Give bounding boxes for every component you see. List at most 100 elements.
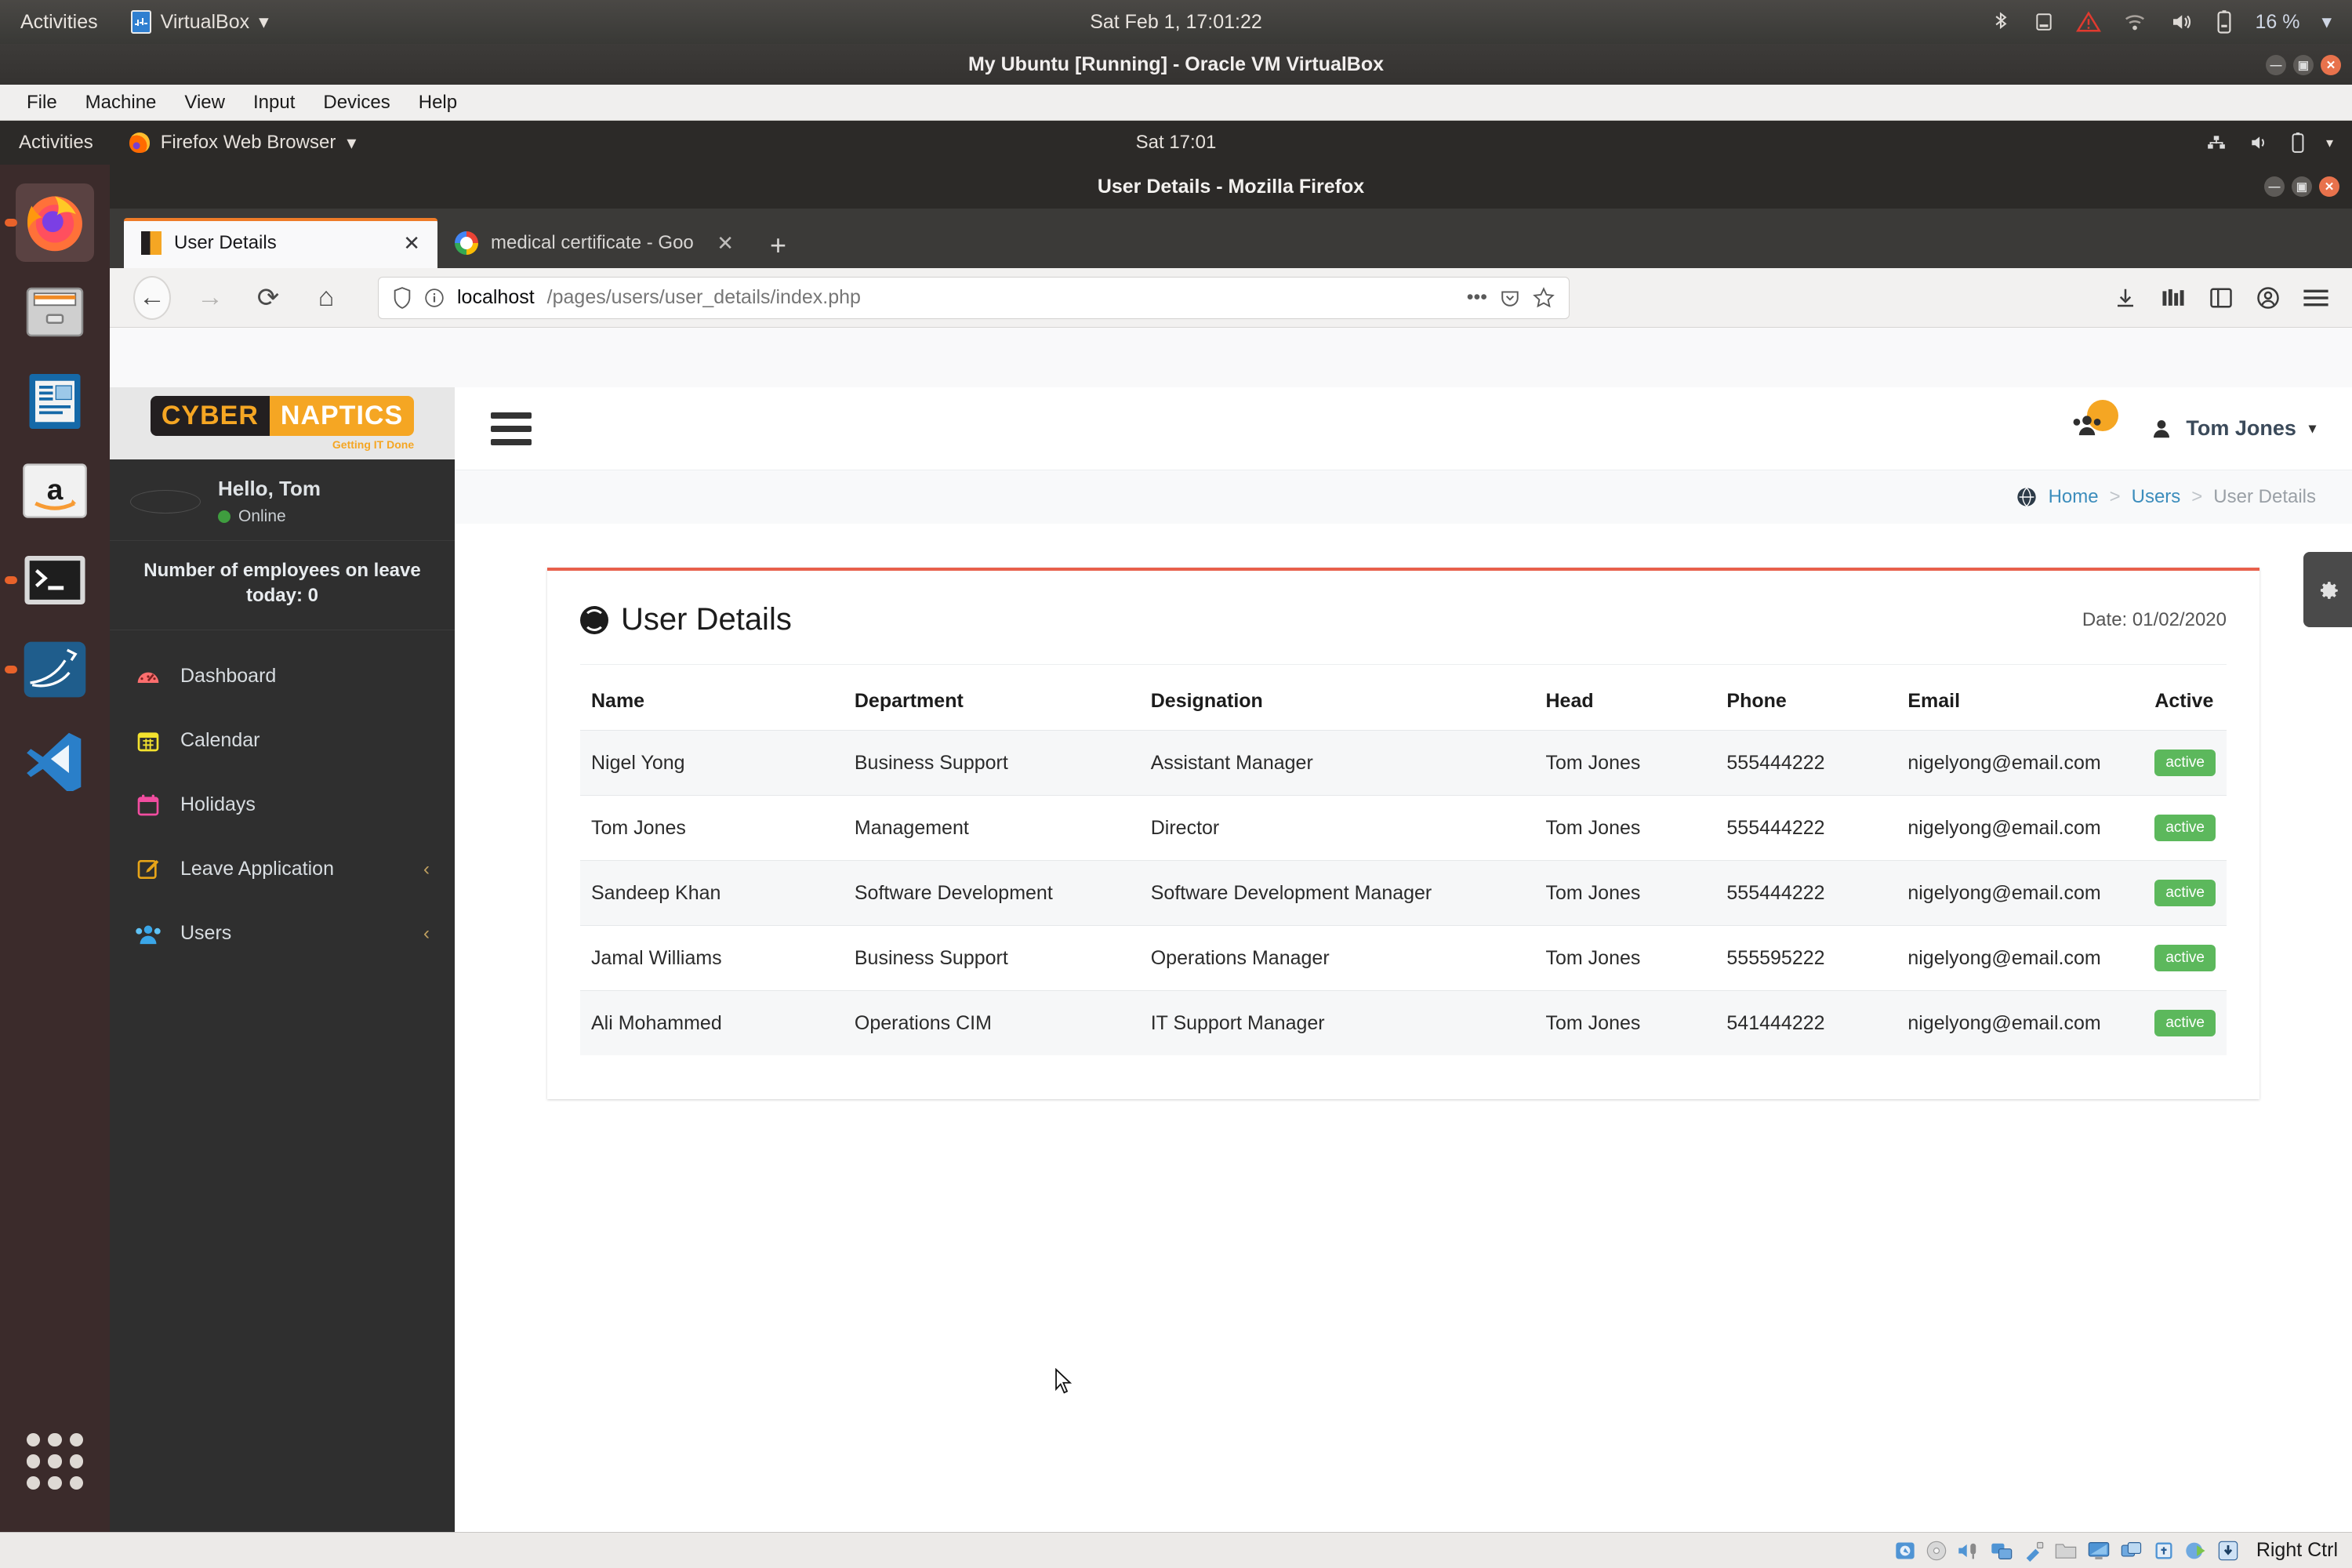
info-icon[interactable]: [424, 288, 445, 308]
host-activities-button[interactable]: Activities: [20, 11, 98, 34]
group-users-icon[interactable]: [2071, 400, 2119, 445]
library-icon[interactable]: [2161, 286, 2186, 310]
shield-icon[interactable]: [393, 286, 412, 309]
table-row[interactable]: Tom Jones Management Director Tom Jones …: [580, 795, 2227, 861]
sidebar-item-dashboard[interactable]: Dashboard: [110, 644, 455, 709]
breadcrumb-users[interactable]: Users: [2132, 486, 2181, 508]
column-header-active: Active: [2154, 690, 2214, 712]
table-row[interactable]: Nigel Yong Business Support Assistant Ma…: [580, 730, 2227, 796]
firefox-tab-strip: User Details ✕ medical certificate - Goo…: [110, 209, 2352, 268]
shared-folders-icon[interactable]: [2054, 1541, 2078, 1561]
sidebar-item-leave-application[interactable]: Leave Application ‹: [110, 837, 455, 902]
tray-chevron-down-icon[interactable]: ▾: [2321, 10, 2332, 34]
usb-icon[interactable]: [2023, 1540, 2045, 1562]
guest-app-menu-firefox[interactable]: Firefox Web Browser ▾: [129, 132, 356, 154]
table-row[interactable]: Sandeep Khan Software Development Softwa…: [580, 860, 2227, 926]
host-system-tray[interactable]: 16 % ▾: [1990, 9, 2332, 34]
menu-input[interactable]: Input: [239, 92, 309, 114]
cell-phone: 555444222: [1715, 795, 1897, 861]
pocket-icon[interactable]: [1500, 288, 1520, 308]
reload-button[interactable]: ⟳: [249, 282, 287, 314]
new-tab-button[interactable]: +: [751, 229, 805, 268]
column-header-email: Email: [1907, 690, 1961, 712]
wifi-icon: [2125, 15, 2145, 31]
host-app-menu-virtualbox[interactable]: VirtualBox ▾: [130, 10, 269, 34]
network-icon: [2208, 136, 2225, 149]
menu-file[interactable]: File: [13, 92, 71, 114]
optical-disk-icon[interactable]: [1926, 1540, 1947, 1562]
show-applications-button[interactable]: [16, 1422, 94, 1501]
app-logo[interactable]: CYBER NAPTICS Getting IT Done: [110, 387, 455, 459]
hard-disk-icon[interactable]: [1894, 1540, 1916, 1562]
cell-email: nigelyong@email.com: [1896, 730, 2144, 796]
dock-item-amazon[interactable]: a: [16, 452, 94, 530]
forward-button[interactable]: →: [191, 282, 229, 313]
account-icon[interactable]: [2256, 286, 2280, 310]
page-actions-button[interactable]: •••: [1467, 286, 1487, 309]
download-icon[interactable]: [2114, 286, 2137, 310]
menu-devices[interactable]: Devices: [309, 92, 404, 114]
dock-item-libreoffice-writer[interactable]: [16, 362, 94, 441]
bluetooth-icon: [1995, 12, 2007, 30]
back-button[interactable]: ←: [133, 275, 171, 320]
maximize-button[interactable]: ▣: [2293, 55, 2314, 75]
guest-system-tray[interactable]: ▾: [2205, 132, 2333, 154]
svg-text:a: a: [47, 473, 64, 506]
maximize-button[interactable]: ▣: [2292, 176, 2312, 197]
table-row[interactable]: Ali Mohammed Operations CIM IT Support M…: [580, 990, 2227, 1055]
minimize-button[interactable]: —: [2264, 176, 2285, 197]
network-icon[interactable]: [1990, 1540, 2013, 1562]
recording-icon[interactable]: [2120, 1540, 2143, 1562]
menu-help[interactable]: Help: [405, 92, 471, 114]
chevron-down-icon[interactable]: ▾: [2326, 135, 2333, 151]
user-details-table: Name Department Designation Head Phone E…: [580, 673, 2227, 1055]
dock-item-files[interactable]: [16, 273, 94, 351]
guest-activities-button[interactable]: Activities: [19, 132, 93, 154]
column-header-phone: Phone: [1726, 690, 1787, 712]
menu-machine[interactable]: Machine: [71, 92, 171, 114]
close-icon[interactable]: ✕: [403, 231, 420, 256]
sidebar-item-holidays[interactable]: Holidays: [110, 773, 455, 837]
virtualbox-window-controls[interactable]: — ▣ ✕: [2266, 55, 2341, 75]
user-menu-button[interactable]: Tom Jones ▾: [2150, 416, 2316, 441]
table-row[interactable]: Jamal Williams Business Support Operatio…: [580, 925, 2227, 991]
tab-medical-certificate[interactable]: medical certificate - Goo ✕: [437, 218, 751, 268]
dock-item-mysql-workbench[interactable]: [16, 630, 94, 709]
dock-item-firefox[interactable]: [16, 183, 94, 262]
close-button[interactable]: ✕: [2319, 176, 2339, 197]
avatar: [130, 489, 201, 514]
close-icon[interactable]: ✕: [717, 231, 734, 256]
url-bar[interactable]: localhost/pages/users/user_details/index…: [378, 276, 1570, 319]
sidebar-item-calendar[interactable]: Calendar: [110, 709, 455, 773]
user-status: Online: [218, 507, 321, 526]
tab-user-details[interactable]: User Details ✕: [124, 218, 437, 268]
display-icon[interactable]: [2087, 1540, 2111, 1562]
settings-panel-toggle[interactable]: [2303, 552, 2352, 627]
virtualbox-menu-bar[interactable]: File Machine View Input Devices Help: [0, 85, 2352, 121]
terminal-icon: [24, 555, 85, 605]
cell-department: Business Support: [843, 925, 1140, 991]
guest-additions-icon[interactable]: [2184, 1540, 2208, 1562]
sidebar-item-users[interactable]: Users ‹: [110, 902, 455, 966]
dock-item-terminal[interactable]: [16, 541, 94, 619]
sidebar-nav: Dashboard Calendar Holidays Leave Applic…: [110, 630, 455, 966]
menu-toggle-button[interactable]: [491, 405, 532, 452]
breadcrumb-home[interactable]: Home: [2049, 486, 2099, 508]
grid-dot: [48, 1433, 62, 1447]
cell-head: Tom Jones: [1534, 795, 1716, 861]
sidebar-icon[interactable]: [2209, 287, 2233, 309]
cell-department: Operations CIM: [843, 990, 1140, 1055]
firefox-window-title: User Details - Mozilla Firefox: [1097, 175, 1365, 198]
star-icon[interactable]: [1533, 286, 1555, 309]
close-button[interactable]: ✕: [2321, 55, 2341, 75]
hamburger-icon[interactable]: [2303, 288, 2328, 308]
audio-icon[interactable]: [1957, 1540, 1980, 1562]
minimize-button[interactable]: —: [2266, 55, 2286, 75]
firefox-window-controls[interactable]: — ▣ ✕: [2264, 176, 2339, 197]
mouse-capture-icon[interactable]: [2217, 1540, 2239, 1562]
dock-item-vscode[interactable]: [16, 720, 94, 798]
home-button[interactable]: ⌂: [307, 282, 345, 313]
cell-email: nigelyong@email.com: [1896, 990, 2144, 1055]
cpu-icon[interactable]: [2153, 1540, 2175, 1562]
menu-view[interactable]: View: [170, 92, 239, 114]
